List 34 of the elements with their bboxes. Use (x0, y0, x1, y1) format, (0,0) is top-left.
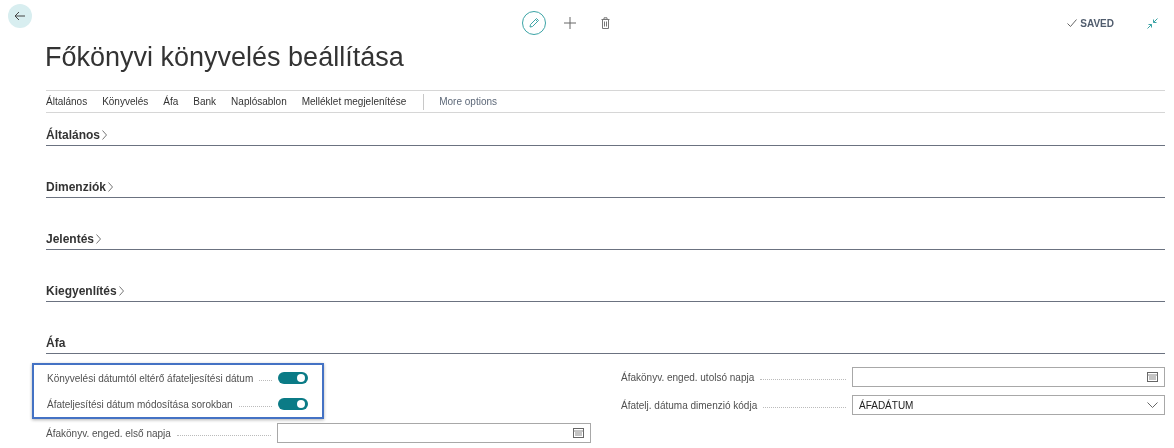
section-header[interactable]: Dimenziók (46, 180, 106, 194)
field-label: Áfateljesítési dátum módosítása sorokban (47, 398, 233, 410)
date-field[interactable] (852, 367, 1165, 387)
date-field[interactable] (277, 423, 591, 443)
trash-icon (601, 17, 611, 29)
pencil-icon (527, 17, 540, 29)
chevron-down-icon (1147, 402, 1158, 408)
nav-tab[interactable]: Bank (193, 96, 217, 107)
back-button[interactable] (8, 4, 32, 28)
section-header[interactable]: Kiegyenlítés (46, 284, 117, 298)
section-header[interactable]: Áfa (46, 336, 66, 350)
section-header[interactable]: Általános (46, 128, 100, 142)
nav-tab[interactable]: Könyvelés (102, 96, 149, 107)
dropdown-field[interactable]: ÁFADÁTUM (852, 395, 1165, 415)
back-arrow-icon (14, 11, 26, 21)
plus-icon (563, 17, 576, 29)
field-label: Áfakönyv. enged. utolsó napja (621, 371, 755, 383)
field-label: Áfatelj. dátuma dimenzió kódja (621, 399, 758, 411)
saved-status: SAVED (1080, 17, 1114, 29)
calendar-icon (573, 428, 584, 438)
checkmark-icon (1067, 19, 1078, 27)
page-title: Főkönyvi könyvelés beállítása (45, 41, 404, 74)
collapse-arrows-icon (1146, 17, 1158, 29)
nav-tab[interactable]: Naplósablon (231, 96, 287, 107)
calendar-icon (1147, 372, 1158, 382)
field-label: Áfakönyv. enged. első napja (46, 427, 171, 439)
section-header[interactable]: Jelentés (46, 232, 95, 246)
more-options-link[interactable]: More options (439, 96, 497, 107)
toggle-switch[interactable] (278, 398, 308, 410)
nav-tab[interactable]: Áfa (163, 96, 179, 107)
field-label: Könyvelési dátumtól eltérő áfateljesítési dátum (47, 372, 254, 384)
toggle-switch[interactable] (278, 372, 308, 384)
nav-tab[interactable]: Melléklet megjelenítése (301, 96, 407, 107)
nav-tab[interactable]: Általános (46, 96, 88, 107)
